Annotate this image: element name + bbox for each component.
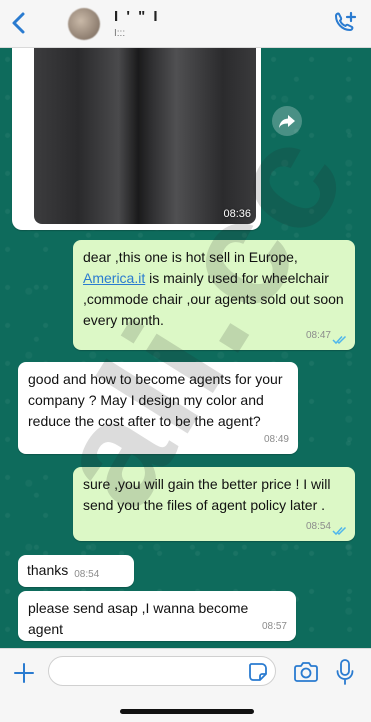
incoming-message[interactable]: good and how to become agents for your c… xyxy=(18,362,298,454)
contact-name[interactable]: I ' " I xyxy=(114,8,160,25)
outgoing-message[interactable]: dear ,this one is hot sell in Europe, Am… xyxy=(73,240,355,350)
message-time: 08:36 xyxy=(223,208,251,220)
message-time: 08:49 xyxy=(263,434,289,445)
message-photo[interactable] xyxy=(34,48,256,224)
chat-header: I ' " I I::: xyxy=(0,0,371,48)
plus-icon xyxy=(14,663,34,683)
message-text: dear ,this one is hot sell in Europe, xyxy=(83,249,298,265)
message-time: 08:57 xyxy=(261,621,287,632)
chat-background: 08:36 dear ,this one is hot sell in Euro… xyxy=(0,48,371,648)
incoming-message[interactable]: please send asap ,I wanna become agent 0… xyxy=(18,591,296,641)
image-message[interactable]: 08:36 xyxy=(12,48,261,230)
composer-bar xyxy=(0,648,371,722)
double-check-icon xyxy=(332,335,347,345)
contact-avatar[interactable] xyxy=(68,8,100,40)
home-indicator xyxy=(120,709,254,714)
add-call-icon xyxy=(335,11,357,31)
camera-button[interactable] xyxy=(292,660,320,684)
double-check-icon xyxy=(332,526,347,536)
attach-button[interactable] xyxy=(12,661,36,685)
message-text: please send asap ,I wanna become agent xyxy=(28,600,249,637)
forward-icon xyxy=(279,115,295,128)
back-button[interactable] xyxy=(6,8,32,38)
message-text: good and how to become agents for your c… xyxy=(28,371,283,429)
incoming-message[interactable]: thanks 08:54 xyxy=(18,555,134,587)
camera-icon xyxy=(294,662,318,682)
message-text: thanks xyxy=(27,562,69,578)
microphone-button[interactable] xyxy=(335,658,355,686)
message-text: sure ,you will gain the better price ! I… xyxy=(83,476,331,513)
message-time: 08:54 xyxy=(74,569,100,580)
sticker-icon xyxy=(249,663,267,681)
sticker-button[interactable] xyxy=(247,661,269,683)
chevron-left-icon xyxy=(12,12,25,34)
mic-icon xyxy=(336,659,354,685)
contact-status: I::: xyxy=(114,28,126,39)
message-link[interactable]: America.it xyxy=(83,270,145,286)
forward-button[interactable] xyxy=(272,106,302,136)
outgoing-message[interactable]: sure ,you will gain the better price ! I… xyxy=(73,467,355,541)
message-input[interactable] xyxy=(48,656,276,686)
message-time: 08:47 xyxy=(305,330,331,341)
add-call-button[interactable] xyxy=(331,10,359,36)
message-time: 08:54 xyxy=(305,521,331,532)
chat-screen: I ' " I I::: 08:36 dear ,this one is hot… xyxy=(0,0,371,722)
